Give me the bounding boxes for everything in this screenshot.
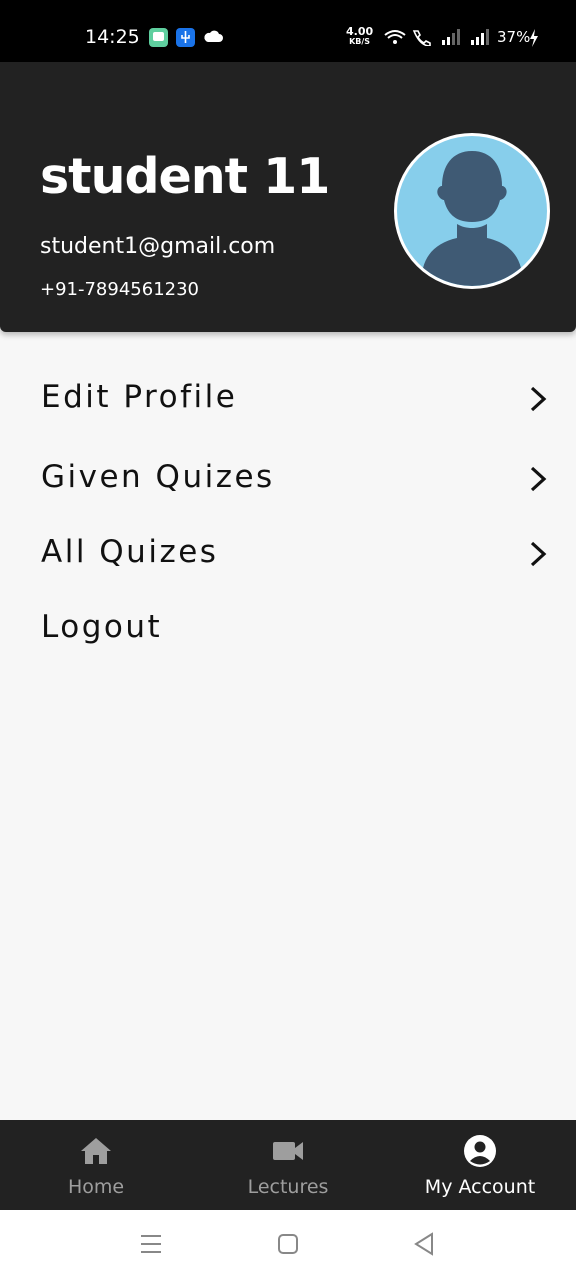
signal-icon	[470, 28, 492, 51]
profile-name: student 11	[40, 148, 330, 205]
chevron-right-icon	[528, 540, 550, 573]
menu-item-label: All Quizes	[41, 534, 219, 570]
profile-header: student 11 student1@gmail.com +91-789456…	[0, 62, 576, 332]
menu-lines-icon[interactable]	[140, 1232, 162, 1261]
menu-item-label: Given Quizes	[41, 459, 275, 495]
home-icon	[79, 1136, 113, 1171]
charging-icon	[529, 28, 539, 53]
bottom-navigation: Home Lectures My Account	[0, 1120, 576, 1210]
back-triangle-icon[interactable]	[413, 1232, 435, 1261]
avatar[interactable]	[394, 133, 550, 289]
message-app-icon	[149, 28, 168, 47]
chevron-right-icon	[528, 385, 550, 418]
signal-icon	[441, 28, 463, 51]
account-circle-icon	[463, 1135, 497, 1173]
profile-email: student1@gmail.com	[40, 234, 276, 259]
battery-percent: 37%	[497, 28, 531, 46]
usb-icon	[176, 28, 195, 47]
cloud-icon	[203, 30, 223, 48]
menu-item-label: Edit Profile	[41, 379, 238, 415]
chevron-right-icon	[528, 465, 550, 498]
menu-item-edit-profile[interactable]: Edit Profile	[0, 367, 576, 427]
network-speed: 4.00 KB/S	[346, 26, 373, 47]
menu-item-given-quizes[interactable]: Given Quizes	[0, 447, 576, 507]
nav-label: Home	[67, 1176, 125, 1198]
system-navigation-bar	[0, 1210, 576, 1280]
menu-item-all-quizes[interactable]: All Quizes	[0, 522, 576, 582]
home-square-icon[interactable]	[277, 1232, 299, 1261]
menu-item-label: Logout	[41, 609, 163, 645]
nav-lectures[interactable]: Lectures	[192, 1120, 384, 1210]
profile-phone: +91-7894561230	[40, 279, 200, 300]
nav-label: Lectures	[247, 1176, 329, 1198]
person-silhouette-icon	[423, 151, 521, 286]
status-time: 14:25	[85, 26, 140, 48]
nav-home[interactable]: Home	[0, 1120, 192, 1210]
video-camera-icon	[271, 1136, 305, 1171]
menu-item-logout[interactable]: Logout	[0, 597, 576, 657]
volte-call-icon	[411, 28, 435, 51]
nav-my-account[interactable]: My Account	[384, 1120, 576, 1210]
status-bar: 14:25 4.00 KB/S 37%	[0, 0, 576, 62]
network-speed-unit: KB/S	[349, 37, 371, 46]
nav-label: My Account	[424, 1176, 536, 1198]
wifi-icon	[383, 28, 407, 51]
